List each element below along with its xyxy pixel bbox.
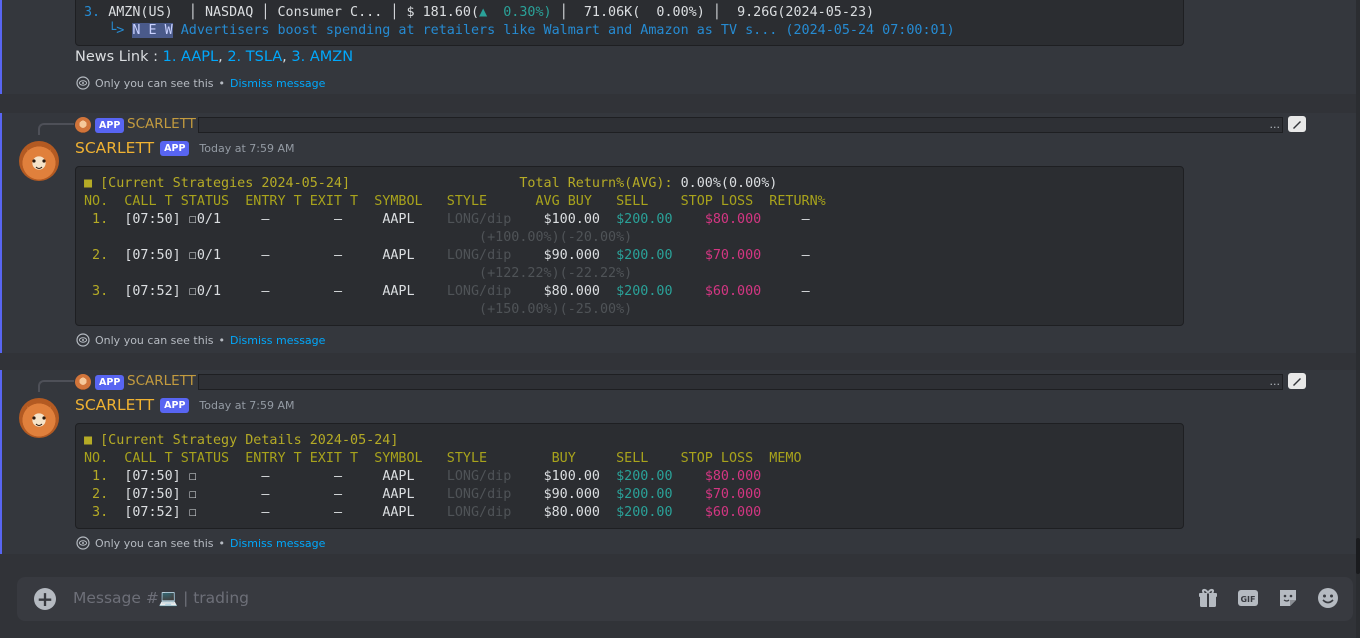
total-return-value: 0.00%(0.00%) [672, 176, 778, 191]
row-number: 3. [84, 5, 101, 20]
details-title: ■ [Current Strategy Details 2024-05-24] [84, 433, 399, 448]
reply-app-badge: APP [95, 375, 125, 390]
detail-row-1: 1. [07:50] ☐ – – AAPL LONG/dip $100.00 $… [84, 469, 762, 484]
reply-more: ... [1269, 118, 1281, 131]
fox-avatar-icon [27, 406, 51, 426]
ephemeral-notice: Only you can see this • Dismiss message [76, 76, 325, 90]
app-badge: APP [160, 397, 190, 413]
news-codeblock: 3. AMZN(US) │ NASDAQ │ Consumer C... │ $… [75, 0, 1184, 46]
checkbox-icon: ☐ [188, 212, 197, 227]
dismiss-message-link[interactable]: Dismiss message [230, 334, 325, 347]
reply-preview[interactable]: ... [198, 117, 1283, 133]
scrollbar-thumb[interactable] [1356, 538, 1360, 574]
checkbox-icon: ☐ [188, 469, 197, 484]
checkbox-icon: ☐ [188, 487, 197, 502]
message-header: SCARLETT APP Today at 7:59 AM [75, 139, 295, 157]
dismiss-message-link[interactable]: Dismiss message [230, 537, 325, 550]
sticker-icon[interactable] [1277, 587, 1299, 609]
message-input[interactable]: Message #💻 | trading [73, 589, 249, 607]
reply-author-name[interactable]: SCARLETT [127, 373, 196, 389]
ephemeral-notice: Only you can see this • Dismiss message [76, 333, 325, 347]
reply-connector [38, 380, 74, 392]
emoji-icon[interactable] [1317, 587, 1339, 609]
edit-button[interactable] [1288, 373, 1306, 389]
sector: Consumer C... [277, 5, 383, 20]
checkbox-icon: ☐ [188, 505, 197, 520]
checkbox-icon: ☐ [188, 284, 197, 299]
only-you-text: Only you can see this [95, 536, 214, 550]
reply-avatar[interactable] [75, 117, 91, 133]
reply-more: ... [1269, 375, 1281, 388]
ephemeral-notice: Only you can see this • Dismiss message [76, 536, 325, 550]
amzn-row: 3. AMZN(US) │ NASDAQ │ Consumer C... │ $… [84, 5, 875, 20]
price-change: 0.30%) [487, 5, 552, 20]
news-link-label: News Link : [75, 49, 163, 65]
table-header: NO. CALL T STATUS ENTRY T EXIT T SYMBOL … [84, 451, 802, 466]
price: $ 181.60( [406, 5, 480, 20]
only-you-text: Only you can see this [95, 333, 214, 347]
strategy-row-1: 1. [07:50] ☐0/1 – – AAPL LONG/dip $100.0… [84, 212, 810, 245]
total-return-label: Total Return%(AVG): [519, 176, 673, 191]
news-link-line: News Link : 1. AAPL, 2. TSLA, 3. AMZN [75, 49, 354, 65]
strategy-row-2: 2. [07:50] ☐0/1 – – AAPL LONG/dip $90.00… [84, 248, 810, 281]
message-header: SCARLETT APP Today at 7:59 AM [75, 396, 295, 414]
eye-icon [76, 333, 90, 347]
volume: 71.06K( 0.00%) [583, 5, 705, 20]
strategies-codeblock: ■ [Current Strategies 2024-05-24] Total … [75, 166, 1184, 326]
timestamp[interactable]: Today at 7:59 AM [199, 399, 294, 412]
dismiss-message-link[interactable]: Dismiss message [230, 77, 325, 90]
strategy-row-3: 3. [07:52] ☐0/1 – – AAPL LONG/dip $80.00… [84, 284, 810, 317]
reply-preview[interactable]: ... [198, 374, 1283, 390]
symbol: AMZN(US) [108, 5, 173, 20]
message-strategy-details: APP SCARLETT ... SCARLETT APP Today at 7… [0, 370, 1356, 554]
message-news: 3. AMZN(US) │ NASDAQ │ Consumer C... │ $… [0, 0, 1356, 94]
composer-actions: GIF [1197, 587, 1339, 609]
message-strategies: APP SCARLETT ... SCARLETT APP Today at 7… [0, 113, 1356, 353]
message-composer[interactable]: + Message #💻 | trading GIF [17, 577, 1353, 621]
author-name[interactable]: SCARLETT [75, 396, 154, 414]
news-row: └> N E W Advertisers boost spending at r… [84, 22, 1175, 40]
exchange: NASDAQ [204, 5, 254, 20]
pencil-icon [1293, 378, 1301, 386]
app-badge: APP [160, 140, 190, 156]
gif-icon[interactable]: GIF [1237, 587, 1259, 609]
reply-app-badge: APP [95, 118, 125, 133]
timestamp[interactable]: Today at 7:59 AM [199, 142, 294, 155]
avatar[interactable] [19, 141, 59, 181]
edit-button[interactable] [1288, 116, 1306, 132]
avatar[interactable] [19, 398, 59, 438]
table-header: NO. CALL T STATUS ENTRY T EXIT T SYMBOL … [84, 194, 826, 209]
fox-avatar-icon [27, 149, 51, 169]
detail-row-2: 2. [07:50] ☐ – – AAPL LONG/dip $90.000 $… [84, 487, 762, 502]
author-name[interactable]: SCARLETT [75, 139, 154, 157]
reply-avatar[interactable] [75, 374, 91, 390]
strategies-title: ■ [Current Strategies 2024-05-24] [84, 176, 351, 191]
news-headline: Advertisers boost spending at retailers … [172, 23, 955, 38]
reply-author-name[interactable]: SCARLETT [127, 116, 196, 132]
up-arrow-icon: ▲ [479, 5, 488, 20]
news-link-aapl[interactable]: 1. AAPL [163, 49, 219, 65]
news-link-amzn[interactable]: 3. AMZN [291, 49, 353, 65]
news-prefix: └> [108, 23, 133, 38]
only-you-text: Only you can see this [95, 76, 214, 90]
market-cap: 9.26G(2024-05-23) [737, 5, 875, 20]
eye-icon [76, 76, 90, 90]
svg-text:GIF: GIF [1240, 595, 1255, 604]
checkbox-icon: ☐ [188, 248, 197, 263]
add-attachment-button[interactable]: + [34, 588, 56, 610]
pencil-icon [1293, 121, 1301, 129]
detail-row-3: 3. [07:52] ☐ – – AAPL LONG/dip $80.000 $… [84, 505, 762, 520]
new-badge: N E W [132, 23, 173, 38]
gift-icon[interactable] [1197, 587, 1219, 609]
details-codeblock: ■ [Current Strategy Details 2024-05-24] … [75, 423, 1184, 529]
reply-connector [38, 123, 74, 135]
eye-icon [76, 536, 90, 550]
news-link-tsla[interactable]: 2. TSLA [227, 49, 282, 65]
